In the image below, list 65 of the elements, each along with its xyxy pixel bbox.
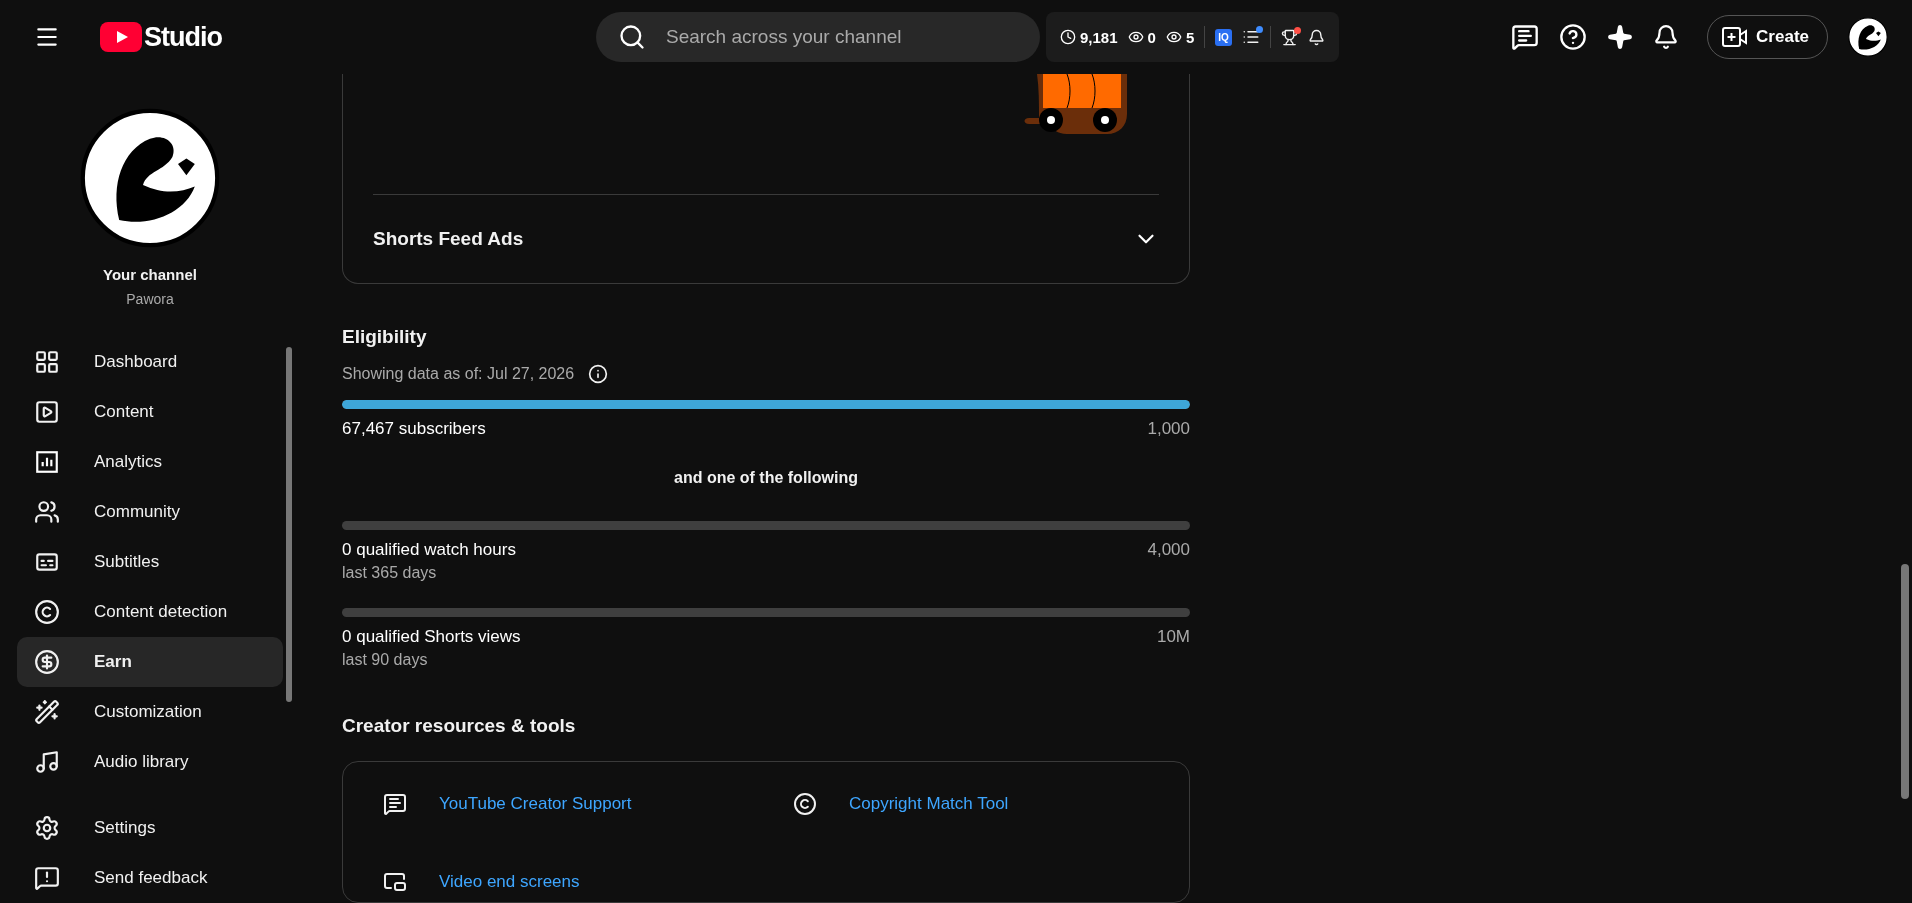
feedback-icon — [34, 865, 60, 891]
resources-title: Creator resources & tools — [342, 715, 577, 737]
sidebar-item[interactable]: Audio library — [17, 737, 283, 787]
copyright-icon — [793, 792, 817, 816]
sparkle-icon[interactable] — [1607, 24, 1634, 50]
community-icon — [34, 499, 60, 525]
sidebar-item[interactable]: Customization — [17, 687, 283, 737]
sidebar-item[interactable]: Settings — [17, 803, 283, 853]
stat-count: 5 — [1165, 28, 1195, 46]
channel-name: Pawora — [126, 291, 174, 307]
requirement-target: 1,000 — [1147, 419, 1190, 439]
eligibility-title: Eligibility — [342, 326, 428, 348]
dollar-icon — [34, 649, 60, 675]
brand-name: Studio — [144, 21, 222, 53]
section-title: Shorts Feed Ads — [373, 228, 524, 250]
resource-link[interactable]: YouTube Creator Support — [439, 794, 632, 814]
sidebar-item[interactable]: Community — [17, 487, 283, 537]
magic-wand-icon — [34, 699, 60, 725]
data-date: Showing data as of: Jul 27, 2026 — [342, 365, 575, 383]
sidebar-item[interactable]: Content — [17, 387, 283, 437]
sidebar-item[interactable]: Analytics — [17, 437, 283, 487]
music-icon — [34, 749, 60, 775]
end-screen-icon — [383, 870, 407, 894]
connector-text: and one of the following — [673, 469, 859, 487]
requirement-label: 0 qualified watch hours — [342, 540, 516, 560]
sidebar-item[interactable]: Earn — [17, 637, 283, 687]
requirement-target: 4,000 — [1147, 540, 1190, 560]
eye-icon — [1127, 29, 1144, 45]
sidebar-item[interactable]: Dashboard — [17, 337, 283, 387]
requirement-label: 0 qualified Shorts views — [342, 627, 521, 647]
clock-icon — [1060, 29, 1076, 45]
page-scrollbar[interactable] — [1901, 564, 1909, 799]
resource-link[interactable]: Copyright Match Tool — [849, 794, 1009, 814]
stat-count: 9,181 — [1060, 28, 1118, 46]
requirement-period: last 90 days — [342, 651, 429, 669]
stat-count: 0 — [1127, 28, 1156, 46]
channel-label: Your channel — [103, 266, 197, 283]
copyright-icon — [34, 599, 60, 625]
help-icon[interactable] — [1559, 23, 1588, 51]
analytics-icon — [34, 449, 60, 475]
content-icon — [34, 399, 60, 425]
dashboard-icon — [34, 349, 60, 375]
sidebar-item[interactable]: Subtitles — [17, 537, 283, 587]
account-avatar — [1848, 17, 1888, 57]
sidebar-item[interactable]: Send feedback — [17, 853, 283, 903]
notifications-icon[interactable] — [1653, 24, 1680, 50]
video-plus-icon — [1722, 26, 1749, 48]
info-icon[interactable] — [588, 364, 609, 384]
search-icon — [618, 23, 646, 51]
requirement-period: last 365 days — [342, 564, 438, 582]
list-icon[interactable] — [1241, 28, 1260, 46]
requirement-target: 10M — [1156, 627, 1190, 647]
chat-icon — [383, 792, 407, 816]
settings-icon — [34, 815, 60, 841]
eye-icon — [1165, 29, 1182, 45]
sidebar-scrollbar[interactable] — [286, 347, 292, 702]
play-logo-icon — [100, 22, 142, 52]
search-field[interactable]: Search across your channel — [596, 12, 1040, 62]
requirement-label: 67,467 subscribers — [342, 419, 486, 439]
extension-badge[interactable]: IQ — [1215, 28, 1232, 46]
trophy-icon[interactable] — [1280, 28, 1298, 46]
sidebar-item[interactable]: Content detection — [17, 587, 283, 637]
resource-link[interactable]: Video end screens — [439, 872, 580, 892]
bell-icon[interactable] — [1307, 28, 1325, 46]
studio-logo[interactable]: Studio — [100, 21, 222, 53]
